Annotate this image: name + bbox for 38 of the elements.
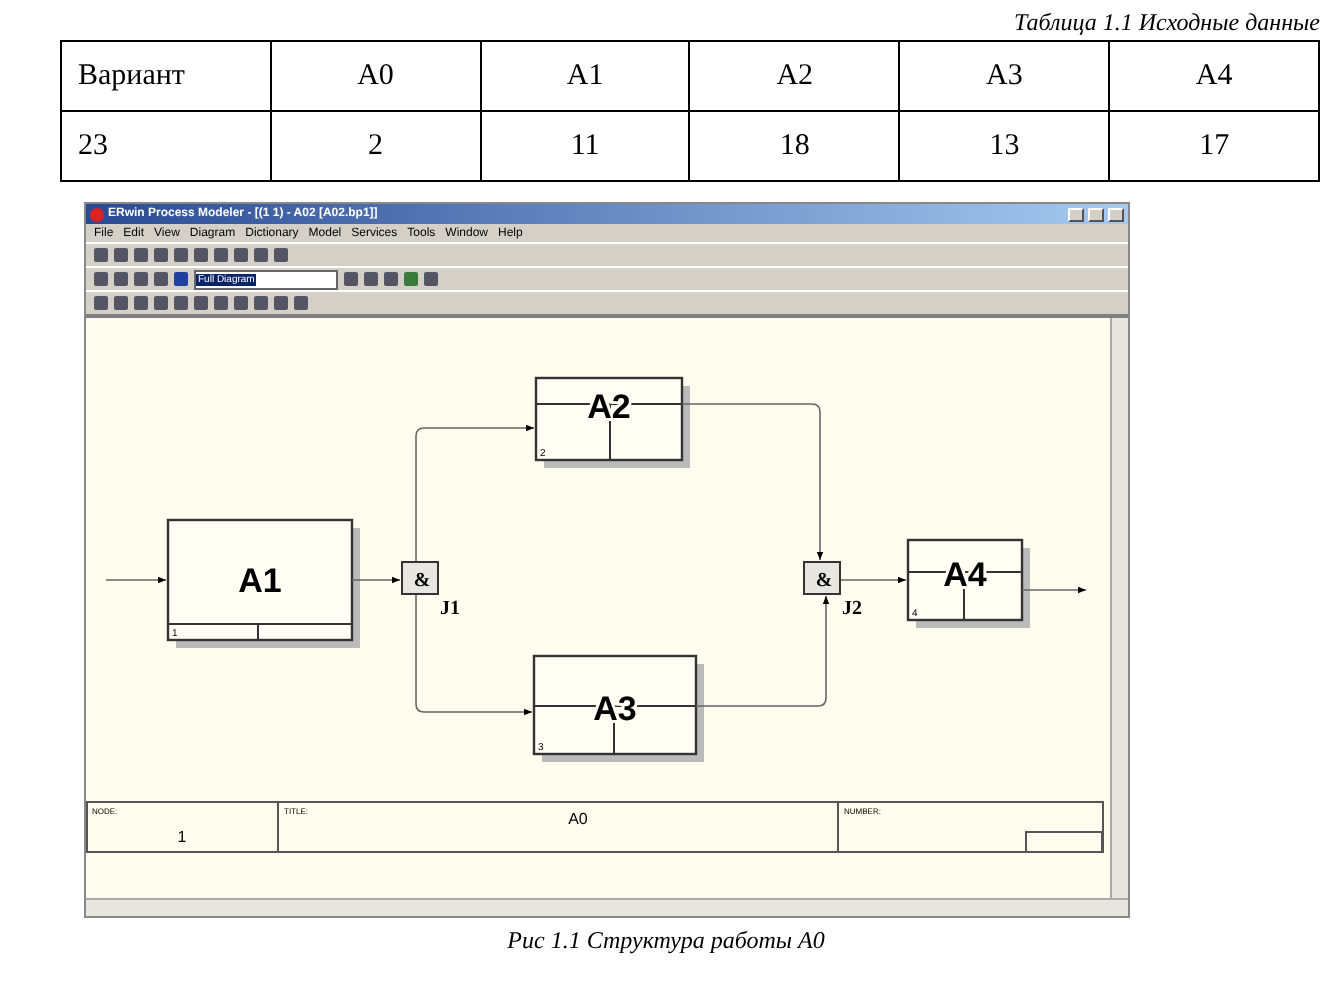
junction-label: J1: [440, 598, 460, 620]
activity-box[interactable]: [166, 518, 360, 648]
figure-caption: Рис 1.1 Структура работы A0: [505, 926, 827, 956]
box-label: A1: [238, 562, 282, 600]
close-button[interactable]: [1108, 207, 1124, 221]
node-value: 1: [177, 828, 187, 846]
activity-box[interactable]: [532, 654, 704, 762]
table-cell: A0: [270, 41, 481, 111]
table-cell: 17: [1109, 111, 1319, 181]
table-cell: Вариант: [61, 41, 271, 111]
vertical-scrollbar[interactable]: [1110, 318, 1128, 898]
arrow[interactable]: [1021, 586, 1087, 594]
horizontal-scrollbar[interactable]: [86, 898, 1128, 916]
junction-symbol: &: [413, 570, 431, 592]
table-cell: A4: [1109, 41, 1319, 111]
app-icon: [90, 207, 104, 221]
table-caption: Таблица 1.1 Исходные данные: [1012, 6, 1322, 36]
minimize-button[interactable]: [1068, 207, 1084, 221]
number-cell: [1025, 831, 1103, 853]
activity-box[interactable]: [534, 376, 690, 468]
maximize-button[interactable]: [1088, 207, 1104, 221]
junction-box[interactable]: [401, 561, 439, 595]
table-cell: A3: [899, 41, 1110, 111]
arrow[interactable]: [839, 576, 907, 584]
title-value: A0: [568, 810, 588, 828]
junction-box[interactable]: [803, 561, 841, 595]
table-cell: A2: [689, 41, 900, 111]
table-cell: 13: [899, 111, 1110, 181]
junction-label: J2: [842, 598, 862, 620]
arrow[interactable]: [105, 576, 167, 584]
activity-box[interactable]: [906, 538, 1030, 628]
table-cell: 23: [61, 111, 271, 181]
table-cell: A1: [480, 41, 690, 111]
arrow[interactable]: [351, 576, 401, 584]
table-cell: 2: [270, 111, 481, 181]
table-cell: 11: [480, 111, 690, 181]
junction-symbol: &: [815, 570, 833, 592]
table-cell: 18: [689, 111, 900, 181]
